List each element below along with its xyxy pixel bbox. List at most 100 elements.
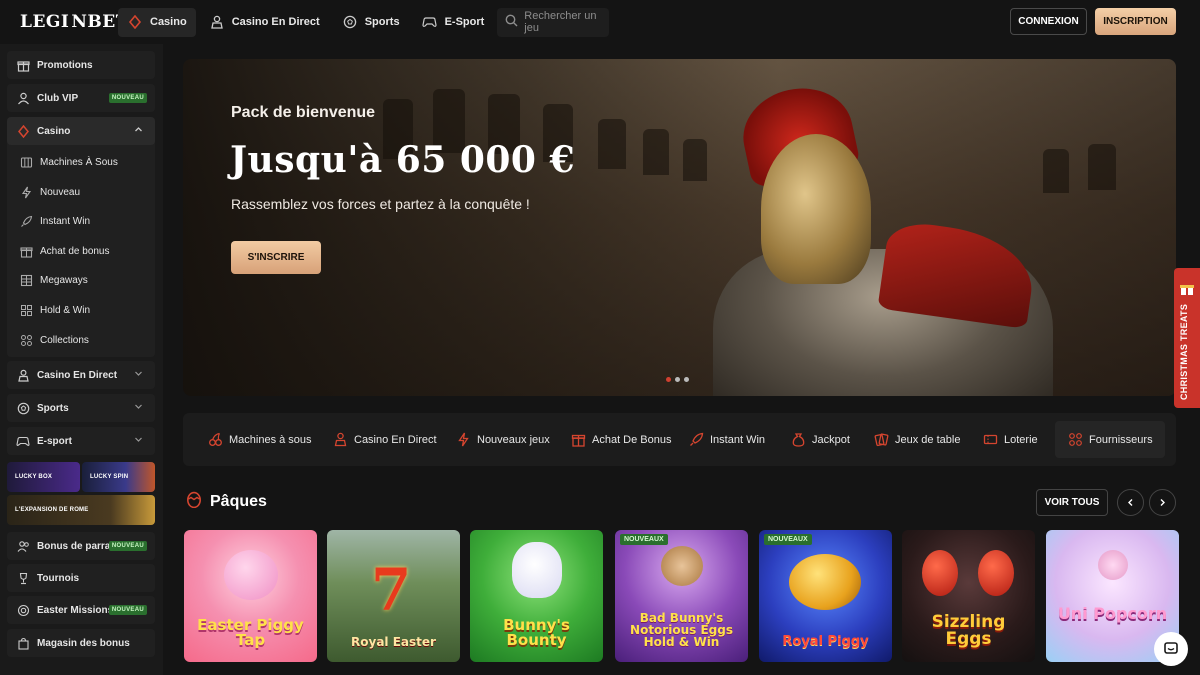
sidebar-label: Megaways — [40, 274, 88, 286]
grid-icon — [1067, 432, 1083, 448]
category-label: Fournisseurs — [1089, 433, 1153, 446]
nav-casino-live[interactable]: Casino En Direct — [200, 8, 329, 37]
sidebar-item-tournaments[interactable]: Tournois — [7, 564, 155, 592]
section-header: Pâques — [186, 490, 267, 513]
game-name: Bunny's Bounty — [503, 616, 570, 649]
logo[interactable]: LEGI NBET — [0, 12, 128, 32]
target-icon — [15, 602, 31, 618]
see-all-button[interactable]: VOIR TOUS — [1036, 489, 1108, 516]
game-name: Sizzling Eggs — [931, 612, 1006, 649]
game-tile[interactable]: Bunny's Bounty — [470, 530, 603, 662]
nav-esport[interactable]: E-Sport — [413, 8, 494, 37]
cards-icon — [873, 432, 889, 448]
lucky-box-tile[interactable]: LUCKY BOX — [7, 462, 80, 492]
sidebar-label: Club VIP — [37, 92, 79, 104]
sidebar-item-hold-win[interactable]: Hold & Win — [7, 296, 155, 324]
gamepad-icon — [422, 14, 438, 30]
search-placeholder: Rechercher un jeu — [524, 10, 597, 34]
new-badge: NOUVEAU — [108, 93, 147, 103]
arena-arch — [1043, 149, 1069, 193]
sidebar-item-esport[interactable]: E-sport — [7, 427, 155, 455]
game-name: Uni Popcorn — [1057, 604, 1168, 623]
nav-label: Casino — [150, 16, 187, 28]
prev-arrow-button[interactable] — [1117, 489, 1144, 516]
category-table-games[interactable]: Jeux de table — [873, 413, 960, 466]
slot-machine-icon — [18, 154, 34, 170]
sidebar-item-slots[interactable]: Machines À Sous — [7, 148, 155, 176]
new-badge: NOUVEAUX — [764, 534, 812, 545]
sidebar-item-collections[interactable]: Collections — [7, 326, 155, 354]
category-providers[interactable]: Fournisseurs — [1055, 421, 1165, 458]
christmas-treats-label: CHRISTMAS TREATS — [1179, 303, 1189, 400]
unicorn-art — [1098, 550, 1128, 580]
sidebar-label: Nouveau — [40, 186, 81, 198]
sidebar-item-bonus-shop[interactable]: Magasin des bonus — [7, 629, 155, 657]
sidebar-label: Hold & Win — [40, 304, 91, 316]
sidebar-item-new[interactable]: Nouveau — [7, 178, 155, 206]
sidebar-item-referral[interactable]: Bonus de parrai... NOUVEAU — [7, 532, 155, 560]
signup-button[interactable]: INSCRIPTION — [1095, 8, 1176, 35]
carousel-dot[interactable] — [666, 377, 671, 382]
category-bonus-buy[interactable]: Achat De Bonus — [570, 413, 672, 466]
casino-icon — [15, 123, 31, 139]
sidebar-item-club-vip[interactable]: Club VIP NOUVEAU — [7, 84, 155, 112]
category-casino-live[interactable]: Casino En Direct — [332, 413, 437, 466]
category-label: Instant Win — [710, 433, 766, 446]
lightning-icon — [455, 432, 471, 448]
game-tile[interactable]: NOUVEAUX Bad Bunny's Notorious Eggs Hold… — [615, 530, 748, 662]
lucky-spin-tile[interactable]: LUCKY SPIN — [82, 462, 155, 492]
sidebar-item-bonus-buy[interactable]: Achat de bonus — [7, 237, 155, 265]
piggy-art — [224, 550, 278, 600]
category-jackpot[interactable]: Jackpot — [790, 413, 850, 466]
game-tile[interactable]: 7 Royal Easter — [327, 530, 460, 662]
search-icon — [505, 14, 518, 30]
chevron-down-icon — [134, 435, 143, 447]
login-button[interactable]: CONNEXION — [1010, 8, 1087, 35]
game-tile[interactable]: NOUVEAUX Royal Piggy — [759, 530, 892, 662]
sidebar-label: Sports — [37, 402, 69, 414]
gift-icon — [15, 57, 31, 73]
game-tile[interactable]: Easter Piggy Tap — [184, 530, 317, 662]
arena-arch — [643, 129, 669, 175]
sidebar-label: Tournois — [37, 572, 80, 584]
user-icon — [15, 90, 31, 106]
coins-icon — [18, 302, 34, 318]
sidebar-item-casino[interactable]: Casino — [7, 117, 155, 145]
sidebar-item-promotions[interactable]: Promotions — [7, 51, 155, 79]
category-instant-win[interactable]: Instant Win — [688, 413, 765, 466]
chat-button[interactable] — [1154, 632, 1188, 666]
sidebar-label: Instant Win — [40, 215, 91, 227]
section-title: Pâques — [210, 492, 267, 510]
grid-icon — [18, 332, 34, 348]
game-name: Royal Piggy — [782, 634, 869, 649]
golden-piggy-art — [789, 554, 861, 610]
gift-icon — [1180, 285, 1194, 295]
sidebar-item-sports[interactable]: Sports — [7, 394, 155, 422]
seven-symbol: 7 — [371, 556, 412, 624]
sidebar-item-megaways[interactable]: Megaways — [7, 266, 155, 294]
carousel-dot[interactable] — [675, 377, 680, 382]
nav-casino[interactable]: Casino — [118, 7, 196, 37]
category-slots[interactable]: Machines à sous — [207, 413, 312, 466]
nav-sports[interactable]: Sports — [333, 8, 409, 37]
nav-label: Casino En Direct — [231, 16, 320, 28]
next-arrow-button[interactable] — [1149, 489, 1176, 516]
new-badge: NOUVEAU — [108, 541, 147, 551]
hero-banner[interactable]: Pack de bienvenue Jusqu'à 65 000 € Rasse… — [183, 59, 1176, 396]
nav-label: Sports — [364, 16, 400, 28]
chevron-up-icon — [134, 125, 143, 137]
sidebar-item-casino-live[interactable]: Casino En Direct — [7, 361, 155, 389]
search-input[interactable]: Rechercher un jeu — [497, 7, 610, 37]
carousel-dot[interactable] — [684, 377, 689, 382]
expansion-rome-tile[interactable]: L'EXPANSION DE ROME — [7, 495, 155, 525]
sidebar-item-easter-missions[interactable]: Easter Missions NOUVEAU — [7, 596, 155, 624]
hero-signup-button[interactable]: S'INSCRIRE — [231, 241, 321, 274]
category-new-games[interactable]: Nouveaux jeux — [455, 413, 550, 466]
money-bag-icon — [790, 432, 806, 448]
new-badge: NOUVEAU — [108, 605, 147, 615]
tile-label: LUCKY BOX — [15, 474, 53, 480]
category-lottery[interactable]: Loterie — [982, 413, 1038, 466]
game-name: Royal Easter — [351, 635, 436, 649]
sidebar-item-instant-win[interactable]: Instant Win — [7, 207, 155, 235]
game-tile[interactable]: Sizzling Eggs — [902, 530, 1035, 662]
